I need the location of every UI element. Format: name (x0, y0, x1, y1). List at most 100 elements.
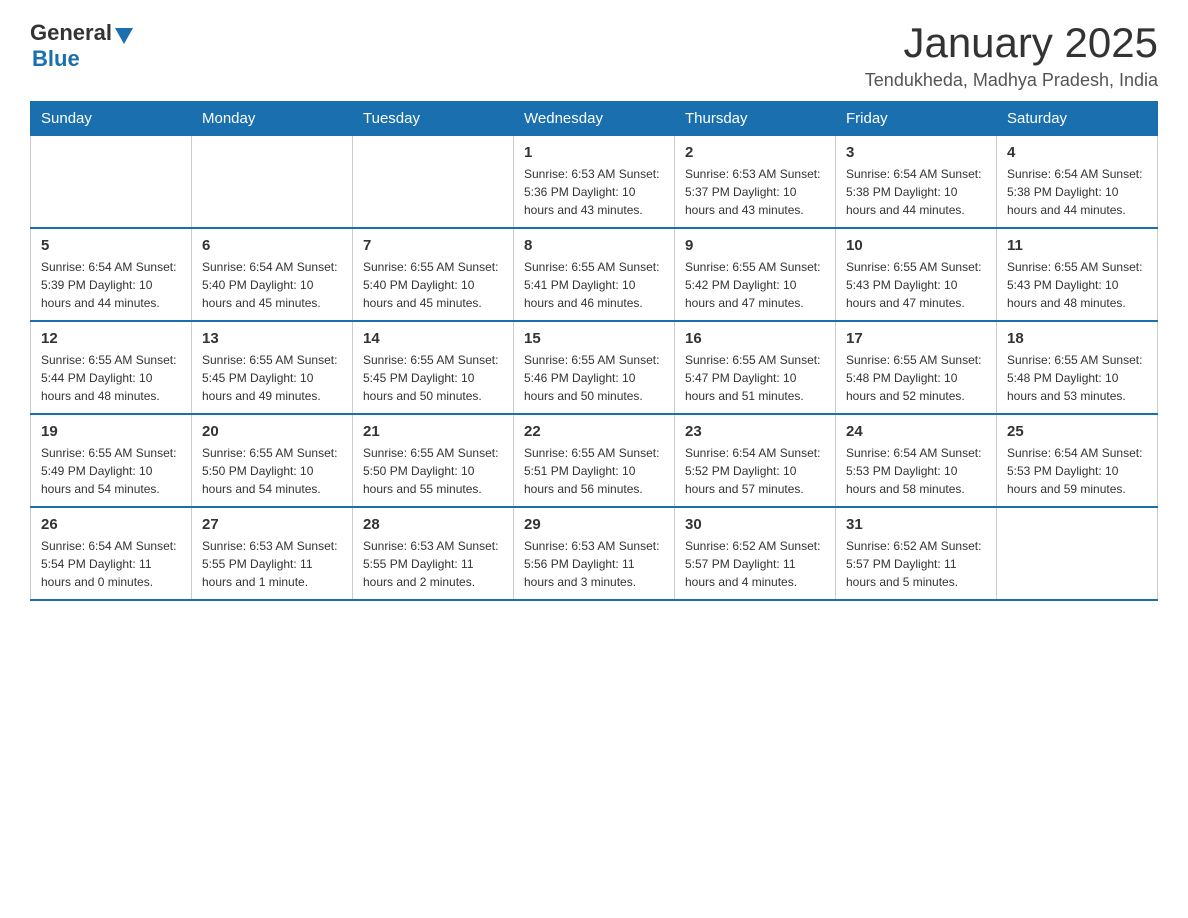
day-number: 2 (685, 144, 825, 161)
calendar-body: 1 Sunrise: 6:53 AM Sunset: 5:36 PM Daylig… (31, 136, 1158, 601)
col-tuesday: Tuesday (353, 102, 514, 136)
day-info: Sunrise: 6:55 AM Sunset: 5:51 PM Dayligh… (524, 444, 664, 498)
calendar-cell: 19 Sunrise: 6:55 AM Sunset: 5:49 PM Dayli… (31, 414, 192, 507)
day-number: 23 (685, 423, 825, 440)
calendar-cell: 16Sunrise: 6:55 AM Sunset: 5:47 PM Dayli… (675, 321, 836, 414)
col-wednesday: Wednesday (514, 102, 675, 136)
col-thursday: Thursday (675, 102, 836, 136)
day-info: Sunrise: 6:53 AM Sunset: 5:36 PM Dayligh… (524, 165, 664, 219)
day-info: Sunrise: 6:55 AM Sunset: 5:46 PM Dayligh… (524, 351, 664, 405)
calendar-cell: 17 Sunrise: 6:55 AM Sunset: 5:48 PM Dayli… (836, 321, 997, 414)
calendar-cell: 28 Sunrise: 6:53 AM Sunset: 5:55 PM Dayli… (353, 507, 514, 600)
calendar-cell: 5Sunrise: 6:54 AM Sunset: 5:39 PM Daylig… (31, 228, 192, 321)
day-number: 17 (846, 330, 986, 347)
calendar-cell: 25 Sunrise: 6:54 AM Sunset: 5:53 PM Dayli… (997, 414, 1158, 507)
calendar-cell: 7Sunrise: 6:55 AM Sunset: 5:40 PM Daylig… (353, 228, 514, 321)
day-number: 5 (41, 237, 181, 254)
calendar-cell: 2 Sunrise: 6:53 AM Sunset: 5:37 PM Daylig… (675, 136, 836, 229)
day-info: Sunrise: 6:55 AM Sunset: 5:45 PM Dayligh… (202, 351, 342, 405)
week-row-5: 26 Sunrise: 6:54 AM Sunset: 5:54 PM Dayli… (31, 507, 1158, 600)
calendar-cell: 23 Sunrise: 6:54 AM Sunset: 5:52 PM Dayli… (675, 414, 836, 507)
calendar-cell: 31 Sunrise: 6:52 AM Sunset: 5:57 PM Dayli… (836, 507, 997, 600)
calendar-cell: 6Sunrise: 6:54 AM Sunset: 5:40 PM Daylig… (192, 228, 353, 321)
day-number: 27 (202, 516, 342, 533)
header-row: Sunday Monday Tuesday Wednesday Thursday… (31, 102, 1158, 136)
day-number: 25 (1007, 423, 1147, 440)
day-number: 4 (1007, 144, 1147, 161)
day-info: Sunrise: 6:54 AM Sunset: 5:53 PM Dayligh… (1007, 444, 1147, 498)
day-info: Sunrise: 6:55 AM Sunset: 5:49 PM Dayligh… (41, 444, 181, 498)
day-info: Sunrise: 6:53 AM Sunset: 5:55 PM Dayligh… (202, 537, 342, 591)
calendar-cell (353, 136, 514, 229)
calendar-cell: 10 Sunrise: 6:55 AM Sunset: 5:43 PM Dayli… (836, 228, 997, 321)
location-title: Tendukheda, Madhya Pradesh, India (865, 70, 1158, 91)
calendar-cell: 14Sunrise: 6:55 AM Sunset: 5:45 PM Dayli… (353, 321, 514, 414)
day-number: 30 (685, 516, 825, 533)
day-info: Sunrise: 6:55 AM Sunset: 5:45 PM Dayligh… (363, 351, 503, 405)
day-info: Sunrise: 6:54 AM Sunset: 5:53 PM Dayligh… (846, 444, 986, 498)
calendar-cell (997, 507, 1158, 600)
day-number: 31 (846, 516, 986, 533)
day-number: 10 (846, 237, 986, 254)
calendar-cell: 12Sunrise: 6:55 AM Sunset: 5:44 PM Dayli… (31, 321, 192, 414)
day-info: Sunrise: 6:55 AM Sunset: 5:41 PM Dayligh… (524, 258, 664, 312)
day-number: 11 (1007, 237, 1147, 254)
day-info: Sunrise: 6:55 AM Sunset: 5:50 PM Dayligh… (363, 444, 503, 498)
day-number: 22 (524, 423, 664, 440)
day-number: 20 (202, 423, 342, 440)
day-info: Sunrise: 6:52 AM Sunset: 5:57 PM Dayligh… (685, 537, 825, 591)
day-info: Sunrise: 6:55 AM Sunset: 5:42 PM Dayligh… (685, 258, 825, 312)
week-row-3: 12Sunrise: 6:55 AM Sunset: 5:44 PM Dayli… (31, 321, 1158, 414)
week-row-1: 1 Sunrise: 6:53 AM Sunset: 5:36 PM Daylig… (31, 136, 1158, 229)
day-number: 26 (41, 516, 181, 533)
day-number: 3 (846, 144, 986, 161)
logo-triangle-icon (115, 28, 133, 44)
logo-general-text: General (30, 20, 112, 46)
col-saturday: Saturday (997, 102, 1158, 136)
day-number: 19 (41, 423, 181, 440)
day-number: 24 (846, 423, 986, 440)
page-header: General Blue January 2025 Tendukheda, Ma… (30, 20, 1158, 91)
day-info: Sunrise: 6:54 AM Sunset: 5:52 PM Dayligh… (685, 444, 825, 498)
day-info: Sunrise: 6:54 AM Sunset: 5:38 PM Dayligh… (1007, 165, 1147, 219)
day-info: Sunrise: 6:52 AM Sunset: 5:57 PM Dayligh… (846, 537, 986, 591)
calendar-cell: 18 Sunrise: 6:55 AM Sunset: 5:48 PM Dayli… (997, 321, 1158, 414)
calendar-cell: 13 Sunrise: 6:55 AM Sunset: 5:45 PM Dayli… (192, 321, 353, 414)
day-number: 1 (524, 144, 664, 161)
calendar-cell: 30 Sunrise: 6:52 AM Sunset: 5:57 PM Dayli… (675, 507, 836, 600)
day-number: 16 (685, 330, 825, 347)
calendar-cell (31, 136, 192, 229)
day-info: Sunrise: 6:55 AM Sunset: 5:48 PM Dayligh… (846, 351, 986, 405)
day-info: Sunrise: 6:53 AM Sunset: 5:55 PM Dayligh… (363, 537, 503, 591)
calendar-cell: 22 Sunrise: 6:55 AM Sunset: 5:51 PM Dayli… (514, 414, 675, 507)
calendar-table: Sunday Monday Tuesday Wednesday Thursday… (30, 101, 1158, 601)
calendar-cell: 11Sunrise: 6:55 AM Sunset: 5:43 PM Dayli… (997, 228, 1158, 321)
title-section: January 2025 Tendukheda, Madhya Pradesh,… (865, 20, 1158, 91)
day-number: 29 (524, 516, 664, 533)
day-number: 21 (363, 423, 503, 440)
month-title: January 2025 (865, 20, 1158, 66)
day-info: Sunrise: 6:55 AM Sunset: 5:50 PM Dayligh… (202, 444, 342, 498)
col-monday: Monday (192, 102, 353, 136)
col-friday: Friday (836, 102, 997, 136)
day-number: 13 (202, 330, 342, 347)
calendar-cell: 24 Sunrise: 6:54 AM Sunset: 5:53 PM Dayli… (836, 414, 997, 507)
col-sunday: Sunday (31, 102, 192, 136)
day-number: 28 (363, 516, 503, 533)
day-info: Sunrise: 6:55 AM Sunset: 5:43 PM Dayligh… (846, 258, 986, 312)
day-number: 6 (202, 237, 342, 254)
day-info: Sunrise: 6:55 AM Sunset: 5:48 PM Dayligh… (1007, 351, 1147, 405)
logo: General Blue (30, 20, 133, 72)
week-row-2: 5Sunrise: 6:54 AM Sunset: 5:39 PM Daylig… (31, 228, 1158, 321)
calendar-cell: 1 Sunrise: 6:53 AM Sunset: 5:36 PM Daylig… (514, 136, 675, 229)
day-number: 18 (1007, 330, 1147, 347)
day-info: Sunrise: 6:54 AM Sunset: 5:54 PM Dayligh… (41, 537, 181, 591)
calendar-cell: 21 Sunrise: 6:55 AM Sunset: 5:50 PM Dayli… (353, 414, 514, 507)
day-info: Sunrise: 6:53 AM Sunset: 5:56 PM Dayligh… (524, 537, 664, 591)
day-info: Sunrise: 6:54 AM Sunset: 5:38 PM Dayligh… (846, 165, 986, 219)
calendar-cell: 26 Sunrise: 6:54 AM Sunset: 5:54 PM Dayli… (31, 507, 192, 600)
calendar-cell: 3 Sunrise: 6:54 AM Sunset: 5:38 PM Daylig… (836, 136, 997, 229)
day-info: Sunrise: 6:55 AM Sunset: 5:40 PM Dayligh… (363, 258, 503, 312)
day-number: 9 (685, 237, 825, 254)
day-info: Sunrise: 6:53 AM Sunset: 5:37 PM Dayligh… (685, 165, 825, 219)
